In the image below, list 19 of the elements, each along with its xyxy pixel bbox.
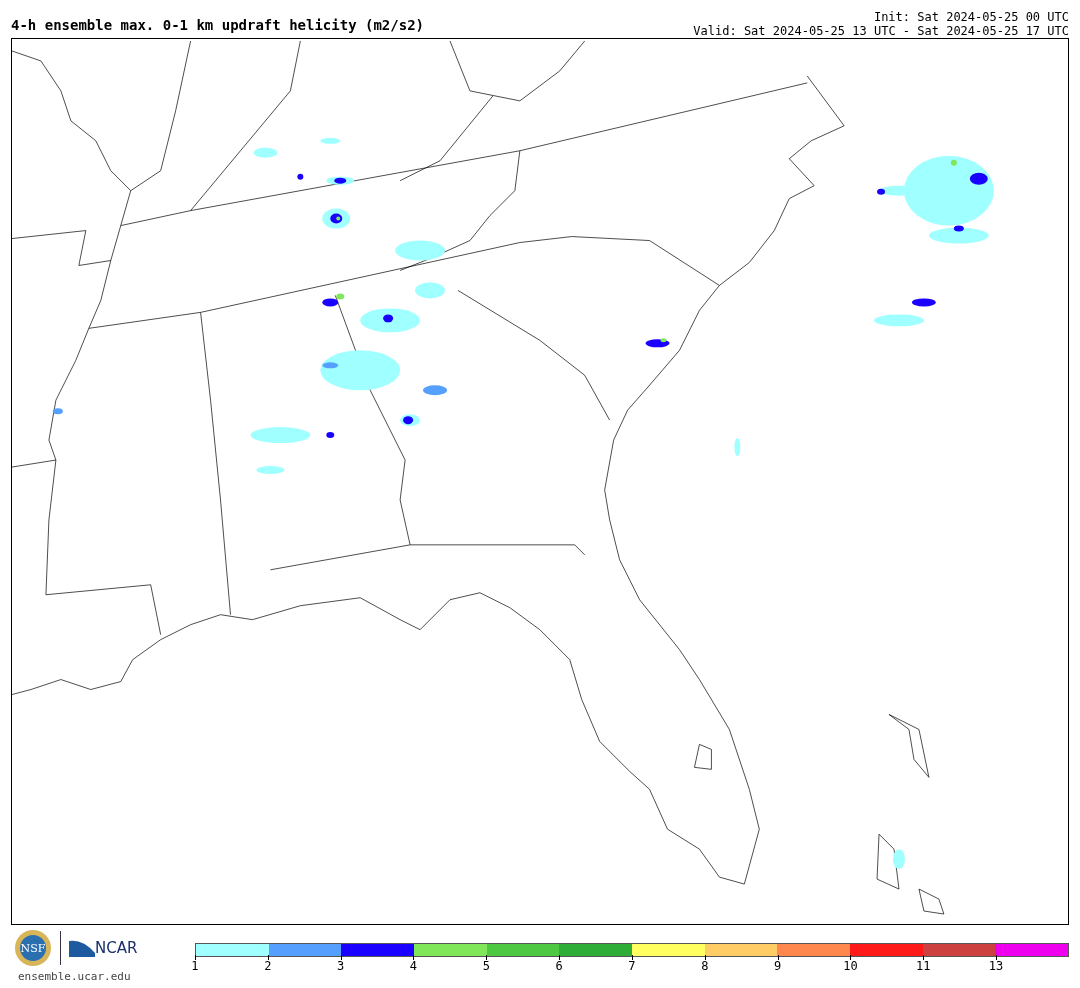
colorbar-tick-label: 8 — [701, 960, 709, 972]
ncar-logo-text: NCAR — [95, 940, 138, 956]
init-time-text: Init: Sat 2024-05-25 00 UTC — [872, 10, 1069, 24]
colorbar-tick-label: 7 — [628, 960, 636, 972]
colorbar-tick-label: 1 — [191, 960, 199, 972]
map-title: 4-h ensemble max. 0-1 km updraft helicity (m2/s2) — [11, 18, 424, 35]
colorbar-tick-label: 3 — [337, 960, 345, 972]
nsf-logo-icon: NSF — [14, 929, 52, 967]
colorbar-tick-label: 13 — [988, 960, 1004, 972]
ncar-wave-icon — [69, 939, 95, 957]
colorbar-tick-label: 5 — [482, 960, 490, 972]
colorbar-tick-label: 4 — [409, 960, 418, 972]
colorbar-tick-label: 10 — [843, 960, 858, 972]
colorbar-tick-label: 2 — [264, 960, 272, 972]
colorbar-tick-label: 9 — [774, 960, 782, 972]
colorbar-tick-label: 6 — [555, 960, 563, 972]
valid-time-text: Valid: Sat 2024-05-25 13 UTC - Sat 2024-05-25 17 UTC — [693, 24, 1069, 38]
colorbar-tick-label: 11 — [916, 960, 931, 972]
website-url: ensemble.ucar.edu — [18, 971, 132, 982]
